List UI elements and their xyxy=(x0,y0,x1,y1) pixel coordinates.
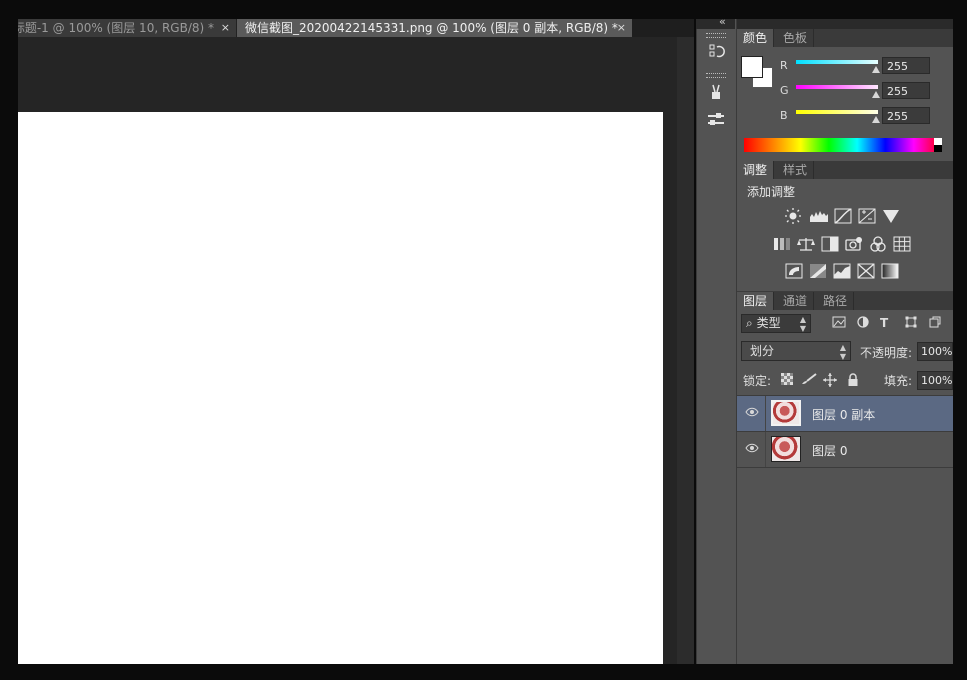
red-channel-label: R xyxy=(780,59,788,72)
strip-header xyxy=(696,19,735,29)
black-white-icon[interactable] xyxy=(821,236,839,252)
exposure-icon[interactable] xyxy=(858,208,876,224)
panel-header xyxy=(737,19,953,29)
hue-saturation-icon[interactable] xyxy=(773,236,791,252)
visibility-eye-icon[interactable] xyxy=(745,443,759,456)
layer-name[interactable]: 图层 0 xyxy=(812,442,847,459)
lock-transparent-pixels-icon[interactable] xyxy=(781,373,793,388)
layer-filter-select[interactable]: ⌕ 类型 ▲ ▼ xyxy=(741,314,811,333)
threshold-icon[interactable] xyxy=(833,263,851,279)
tab-paths[interactable]: 路径 xyxy=(817,292,855,310)
tab-color[interactable]: 颜色 xyxy=(737,29,775,47)
tab-title: 未标题-1 @ 100% (图层 10, RGB/8) * xyxy=(18,21,214,35)
document-tab-screenshot[interactable]: 微信截图_20200422145331.png @ 100% (图层 0 副本,… xyxy=(237,19,632,37)
green-slider-thumb[interactable] xyxy=(872,91,880,98)
levels-icon[interactable] xyxy=(809,208,828,224)
brush-presets-icon[interactable] xyxy=(705,83,727,103)
vibrance-icon[interactable] xyxy=(882,208,900,224)
layer-row[interactable]: 图层 0 副本 xyxy=(737,396,953,431)
color-spectrum-bar[interactable] xyxy=(744,138,942,152)
selective-color-icon[interactable] xyxy=(857,263,875,279)
pixel-layer-filter-icon[interactable] xyxy=(832,316,846,331)
tab-swatches[interactable]: 色板 xyxy=(777,29,815,47)
curves-icon[interactable] xyxy=(834,208,852,224)
red-slider[interactable] xyxy=(796,60,878,64)
invert-icon[interactable] xyxy=(785,263,803,279)
spectrum-white-swatch[interactable] xyxy=(934,138,942,145)
shape-layer-filter-icon[interactable] xyxy=(905,316,917,331)
green-value-field[interactable]: 255 xyxy=(882,82,930,99)
opacity-field[interactable]: 100% xyxy=(917,342,953,361)
tab-title: 微信截图_20200422145331.png @ 100% (图层 0 副本,… xyxy=(245,21,618,35)
green-slider[interactable] xyxy=(796,85,878,89)
posterize-icon[interactable] xyxy=(809,263,827,279)
panel-divider xyxy=(737,291,953,292)
strip-grip-handle[interactable] xyxy=(706,33,726,38)
lock-all-icon[interactable] xyxy=(847,373,859,389)
blue-slider-thumb[interactable] xyxy=(872,116,880,123)
layer-row[interactable]: 图层 0 xyxy=(737,432,953,467)
tab-close-icon[interactable]: × xyxy=(221,19,230,37)
chevron-updown-icon: ▲ ▼ xyxy=(839,343,846,361)
gradient-map-icon[interactable] xyxy=(881,263,899,279)
tool-presets-icon[interactable] xyxy=(705,111,727,131)
document-canvas[interactable] xyxy=(18,112,663,664)
tab-channels[interactable]: 通道 xyxy=(777,292,815,310)
opacity-label: 不透明度: xyxy=(860,346,913,360)
blend-mode-value: 划分 xyxy=(750,344,775,358)
color-panel-tabs: 颜色 色板 xyxy=(737,29,953,47)
blue-value-field[interactable]: 255 xyxy=(882,107,930,124)
filter-kind-label: 类型 xyxy=(756,316,781,330)
fill-label: 填充: xyxy=(884,374,913,388)
layer-name[interactable]: 图层 0 副本 xyxy=(812,406,875,423)
photo-filter-icon[interactable] xyxy=(845,236,863,252)
lock-position-icon[interactable] xyxy=(823,373,837,390)
visibility-eye-icon[interactable] xyxy=(745,407,759,420)
adjustment-layer-filter-icon[interactable] xyxy=(857,316,869,331)
brightness-contrast-icon[interactable] xyxy=(784,208,802,224)
blend-mode-select[interactable]: 划分 ▲ ▼ xyxy=(741,341,851,361)
green-channel-label: G xyxy=(780,84,789,97)
channel-mixer-icon[interactable] xyxy=(869,236,887,252)
color-balance-icon[interactable] xyxy=(797,236,815,252)
red-value-field[interactable]: 255 xyxy=(882,57,930,74)
tab-adjustments[interactable]: 调整 xyxy=(737,161,775,179)
tab-layers[interactable]: 图层 xyxy=(737,292,775,310)
document-tab-untitled[interactable]: 未标题-1 @ 100% (图层 10, RGB/8) * × xyxy=(18,19,237,37)
column-separator xyxy=(765,396,766,431)
layer-thumbnail xyxy=(771,436,801,462)
blue-channel-label: B xyxy=(780,109,788,122)
lock-image-pixels-icon[interactable] xyxy=(801,373,817,388)
collapse-panels-icon-top[interactable]: « xyxy=(719,15,726,28)
spectrum-black-swatch[interactable] xyxy=(934,145,942,152)
red-slider-thumb[interactable] xyxy=(872,66,880,73)
layer-thumbnail xyxy=(771,400,801,426)
foreground-color-swatch[interactable] xyxy=(741,56,763,78)
document-tab-bar: 未标题-1 @ 100% (图层 10, RGB/8) * × 微信截图_202… xyxy=(18,19,694,37)
adjustments-panel-tabs: 调整 样式 xyxy=(737,161,953,179)
layer-divider xyxy=(737,467,953,468)
smart-object-filter-icon[interactable] xyxy=(929,316,941,331)
layers-panel-tabs: 图层 通道 路径 xyxy=(737,292,953,310)
search-icon: ⌕ xyxy=(746,316,753,330)
fill-field[interactable]: 100% xyxy=(917,371,953,390)
history-icon[interactable] xyxy=(705,42,727,62)
blue-slider[interactable] xyxy=(796,110,878,114)
tab-styles[interactable]: 样式 xyxy=(777,161,815,179)
vertical-scrollbar[interactable] xyxy=(677,37,694,664)
color-lookup-icon[interactable] xyxy=(893,236,911,252)
add-adjustment-label: 添加调整 xyxy=(747,185,796,199)
type-layer-filter-icon[interactable]: T xyxy=(880,316,888,330)
lock-label: 锁定: xyxy=(743,374,772,388)
column-separator xyxy=(765,432,766,467)
strip-grip-handle[interactable] xyxy=(706,73,726,78)
tab-close-icon[interactable]: × xyxy=(617,19,626,37)
panel-icon-strip xyxy=(696,19,737,664)
chevron-updown-icon: ▲ ▼ xyxy=(799,315,806,333)
